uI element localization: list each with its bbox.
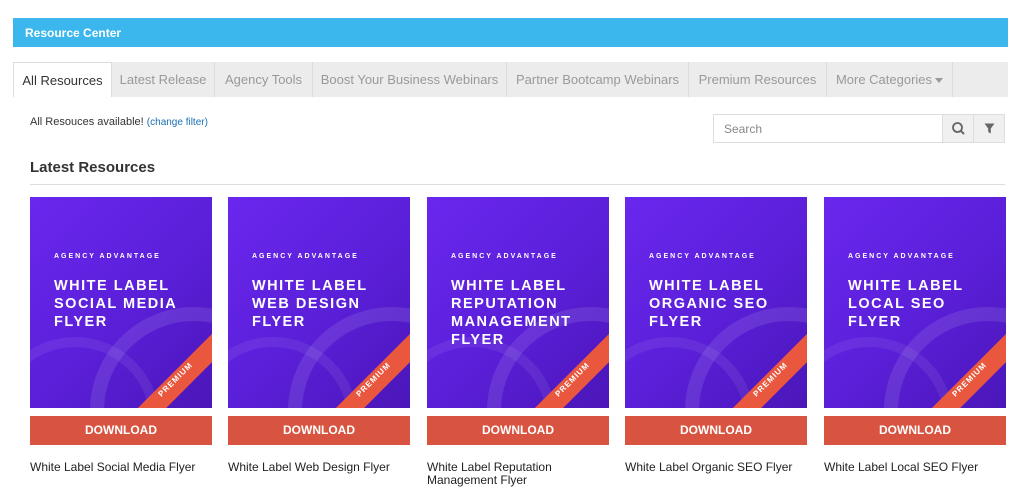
resource-card: AGENCY ADVANTAGE WHITE LABEL REPUTATION M… (427, 197, 609, 487)
brand-logo: AGENCY ADVANTAGE (451, 253, 558, 260)
filter-button[interactable] (973, 115, 1004, 142)
tab-boost-business-webinars[interactable]: Boost Your Business Webinars (313, 62, 507, 97)
tab-label: Boost Your Business Webinars (320, 72, 499, 87)
tab-more-categories[interactable]: More Categories (827, 62, 953, 97)
resource-thumbnail[interactable]: AGENCY ADVANTAGE WHITE LABEL LOCAL SEO FL… (824, 197, 1006, 408)
section-divider (30, 184, 1005, 185)
caret-down-icon (935, 78, 944, 84)
brand-logo: AGENCY ADVANTAGE (54, 253, 161, 260)
download-button[interactable]: DOWNLOAD (30, 416, 212, 445)
resource-center-header: Resource Center (13, 18, 1008, 47)
change-filter-link[interactable]: (change filter) (147, 117, 208, 128)
section-title: Latest Resources (30, 159, 156, 176)
resource-card: AGENCY ADVANTAGE WHITE LABEL WEB DESIGN F… (228, 197, 410, 474)
search-icon (952, 122, 965, 135)
brand-logo: AGENCY ADVANTAGE (848, 253, 955, 260)
resource-card: AGENCY ADVANTAGE WHITE LABEL LOCAL SEO FL… (824, 197, 1006, 474)
search-button[interactable] (942, 115, 973, 142)
resource-thumbnail[interactable]: AGENCY ADVANTAGE WHITE LABEL WEB DESIGN F… (228, 197, 410, 408)
thumbnail-title: WHITE LABEL WEB DESIGN FLYER (252, 278, 368, 330)
brand-logo: AGENCY ADVANTAGE (252, 253, 359, 260)
tab-label: Premium Resources (698, 72, 817, 87)
thumbnail-title: WHITE LABEL ORGANIC SEO FLYER (649, 278, 769, 330)
brand-logo: AGENCY ADVANTAGE (649, 253, 756, 260)
resource-title[interactable]: White Label Organic SEO Flyer (625, 461, 807, 474)
tab-partner-bootcamp-webinars[interactable]: Partner Bootcamp Webinars (507, 62, 689, 97)
category-tabs: All Resources Latest Release Agency Tool… (13, 62, 1008, 97)
tab-label: Partner Bootcamp Webinars (515, 72, 680, 87)
thumbnail-title: WHITE LABEL REPUTATION MANAGEMENT FLYER (451, 278, 572, 348)
resource-thumbnail[interactable]: AGENCY ADVANTAGE WHITE LABEL REPUTATION M… (427, 197, 609, 408)
resource-thumbnail[interactable]: AGENCY ADVANTAGE WHITE LABEL SOCIAL MEDIA… (30, 197, 212, 408)
download-button[interactable]: DOWNLOAD (427, 416, 609, 445)
resource-thumbnail[interactable]: AGENCY ADVANTAGE WHITE LABEL ORGANIC SEO … (625, 197, 807, 408)
tab-label: All Resources (22, 73, 103, 88)
tab-label: Latest Release (119, 72, 207, 87)
page-title: Resource Center (25, 26, 122, 40)
tab-all-resources[interactable]: All Resources (13, 62, 112, 97)
resource-title[interactable]: White Label Social Media Flyer (30, 461, 212, 474)
tab-premium-resources[interactable]: Premium Resources (689, 62, 827, 97)
thumbnail-title: WHITE LABEL SOCIAL MEDIA FLYER (54, 278, 177, 330)
search-box (713, 114, 1005, 143)
tab-agency-tools[interactable]: Agency Tools (215, 62, 313, 97)
thumbnail-title: WHITE LABEL LOCAL SEO FLYER (848, 278, 964, 330)
resource-card: AGENCY ADVANTAGE WHITE LABEL ORGANIC SEO … (625, 197, 807, 474)
download-button[interactable]: DOWNLOAD (824, 416, 1006, 445)
tab-label: More Categories (835, 72, 933, 87)
search-input[interactable] (714, 115, 942, 142)
resource-title[interactable]: White Label Local SEO Flyer (824, 461, 1006, 474)
resource-title[interactable]: White Label Reputation Management Flyer (427, 461, 609, 487)
filter-icon (984, 123, 995, 134)
tab-latest-release[interactable]: Latest Release (112, 62, 215, 97)
download-button[interactable]: DOWNLOAD (228, 416, 410, 445)
filter-status: All Resouces available! (change filter) (30, 116, 208, 128)
filter-status-text: All Resouces available! (30, 116, 144, 128)
download-button[interactable]: DOWNLOAD (625, 416, 807, 445)
resource-title[interactable]: White Label Web Design Flyer (228, 461, 410, 474)
tab-label: Agency Tools (224, 72, 303, 87)
resource-card: AGENCY ADVANTAGE WHITE LABEL SOCIAL MEDIA… (30, 197, 212, 474)
